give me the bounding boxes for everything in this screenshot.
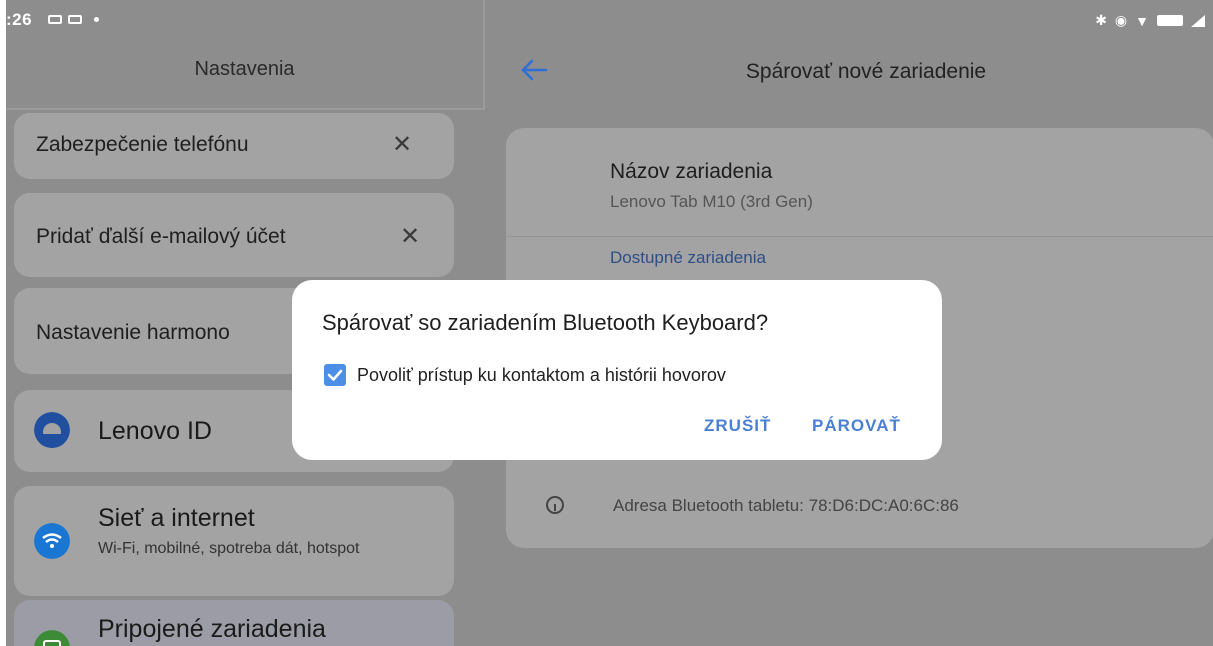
section-divider [506, 236, 1213, 237]
mail-notification-icon [48, 15, 62, 24]
suggestion-label: Nastavenie harmono [36, 321, 230, 344]
check-icon [327, 369, 343, 381]
cancel-button[interactable]: ZRUŠIŤ [704, 416, 771, 436]
settings-item-subtitle: Wi-Fi, mobilné, spotreba dát, hotspot [98, 540, 360, 557]
settings-item-title: Lenovo ID [98, 417, 212, 445]
dismiss-icon[interactable]: ✕ [400, 225, 420, 249]
tablet-screen: :26 ✱ ◉ ▼ Nastavenia Zabezpečenie telefó… [6, 0, 1213, 646]
device-name-label[interactable]: Názov zariadenia [610, 160, 772, 184]
settings-item-title: Pripojené zariadenia [98, 615, 326, 643]
settings-item-connected-devices[interactable]: Pripojené zariadenia [14, 600, 454, 646]
wifi-icon [34, 523, 70, 559]
bluetooth-address: Adresa Bluetooth tabletu: 78:D6:DC:A0:6C… [613, 496, 959, 515]
status-system-icons: ✱ ◉ ▼ [1095, 12, 1205, 29]
devices-icon [34, 630, 70, 646]
left-header-divider [6, 108, 483, 110]
signal-icon [1191, 14, 1205, 27]
settings-item-title: Sieť a internet [98, 504, 255, 532]
suggestion-card-security[interactable]: Zabezpečenie telefónu ✕ [14, 113, 454, 179]
keyboard-notification-icon [68, 15, 82, 24]
info-icon [546, 496, 564, 514]
status-bar: :26 ✱ ◉ ▼ [6, 0, 1213, 36]
suggestion-card-email[interactable]: Pridať ďalší e-mailový účet ✕ [14, 193, 454, 277]
pair-dialog: Spárovať so zariadením Bluetooth Keyboar… [292, 280, 942, 460]
page-title: Spárovať nové zariadenie [745, 60, 987, 83]
device-name-value: Lenovo Tab M10 (3rd Gen) [610, 192, 813, 211]
status-notification-icons [48, 15, 99, 24]
contacts-access-label[interactable]: Povoliť prístup ku kontaktom a histórii … [357, 365, 726, 386]
dismiss-icon[interactable]: ✕ [392, 133, 412, 157]
pair-button[interactable]: PÁROVAŤ [812, 416, 901, 436]
suggestion-label: Zabezpečenie telefónu [36, 133, 249, 156]
wifi-status-icon: ▼ [1135, 12, 1149, 29]
available-devices-heading: Dostupné zariadenia [610, 248, 766, 267]
settings-item-network[interactable]: Sieť a internet Wi-Fi, mobilné, spotreba… [14, 486, 454, 596]
user-icon [34, 412, 70, 448]
more-notifications-icon [94, 17, 99, 22]
battery-icon [1157, 15, 1183, 26]
pane-divider [483, 0, 485, 110]
status-time: :26 [6, 10, 33, 29]
dialog-title: Spárovať so zariadením Bluetooth Keyboar… [322, 310, 769, 335]
contacts-access-checkbox[interactable] [324, 364, 346, 386]
data-saver-icon: ◉ [1114, 12, 1128, 28]
bluetooth-icon: ✱ [1095, 12, 1107, 28]
settings-title: Nastavenia [194, 58, 295, 80]
suggestion-label: Pridať ďalší e-mailový účet [36, 225, 286, 248]
